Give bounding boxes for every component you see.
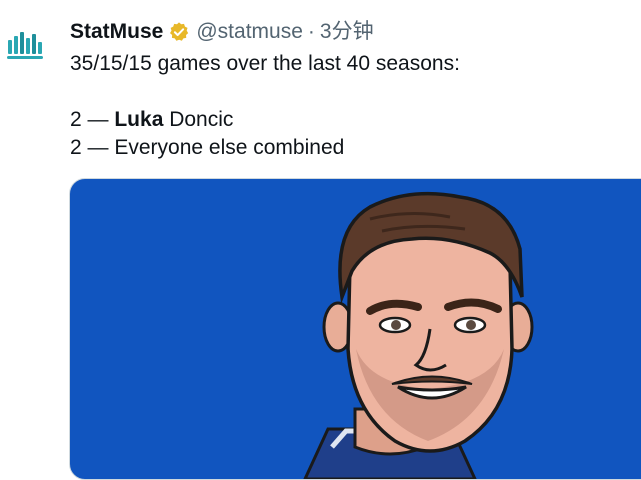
tweet-line-3: 2 — Everyone else combined [70,136,345,159]
avatar[interactable] [4,24,48,68]
tweet-line-2-count: 2 — [70,108,115,131]
player-cartoon-illustration [303,191,534,479]
tweet-line-1: 35/15/15 games over the last 40 seasons: [70,52,460,75]
post-timestamp[interactable]: 3分钟 [320,19,374,45]
tweet-text: 35/15/15 games over the last 40 seasons:… [70,50,630,162]
tweet-line-2-rest: Doncic [163,108,234,131]
separator-dot: · [307,20,315,43]
tweet-media-card[interactable] [69,178,641,480]
author-name[interactable]: StatMuse [70,19,163,45]
statmuse-logo-icon [7,32,43,59]
tweet-line-2: 2 — Luka Doncic [70,106,630,134]
author-handle[interactable]: @statmuse [196,19,303,45]
tweet-line-2-bold: Luka [114,108,164,131]
tweet-header: StatMuse @statmuse · 3分钟 [70,19,374,45]
verified-badge-icon[interactable] [168,21,190,43]
